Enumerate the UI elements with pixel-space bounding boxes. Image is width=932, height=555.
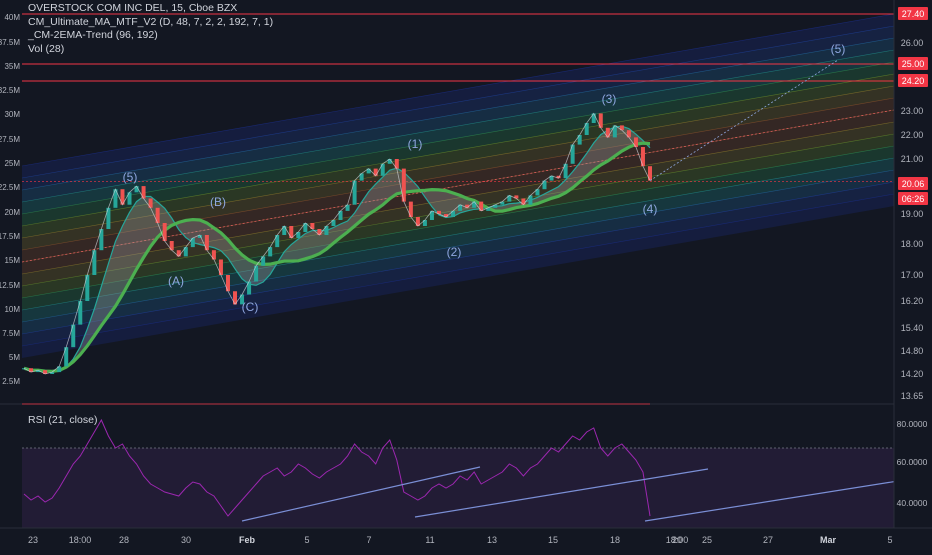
price-tick-label: 23.00 bbox=[901, 106, 924, 116]
indicator-volume[interactable]: Vol (28) bbox=[28, 43, 273, 57]
price-axis: 26.0025.0024.2023.0022.0021.0020.0019.00… bbox=[893, 0, 932, 528]
time-tick-label: 18:00 bbox=[69, 535, 92, 545]
rsi-tick-label: 60.0000 bbox=[897, 457, 928, 467]
price-tick-label: 26.00 bbox=[901, 38, 924, 48]
volume-tick-label: 25M bbox=[4, 159, 20, 168]
price-tick-label: 21.00 bbox=[901, 154, 924, 164]
symbol-title[interactable]: OVERSTOCK COM INC DEL, 15, Cboe BZX bbox=[28, 2, 273, 16]
regression-channel bbox=[21, 13, 895, 358]
time-tick-label: 5 bbox=[887, 535, 892, 545]
wave-label: (C) bbox=[242, 300, 259, 314]
time-tick-label: 18:00 bbox=[666, 535, 689, 545]
rsi-pane bbox=[22, 418, 899, 529]
time-tick-label: 30 bbox=[181, 535, 191, 545]
price-tick-label: 16.20 bbox=[901, 296, 924, 306]
volume-tick-label: 32.5M bbox=[0, 86, 20, 95]
chart-stage: (5) (A) (B) (C) (1) (2) (3) (4) (5) 26.00 25.00 24.… bbox=[0, 0, 932, 550]
price-tick-label: 18.00 bbox=[901, 239, 924, 249]
price-badge: 27.40 bbox=[898, 7, 928, 20]
price-badge: 20.06 bbox=[898, 177, 928, 190]
volume-tick-label: 5M bbox=[9, 353, 20, 362]
wave-label: (4) bbox=[643, 202, 658, 216]
price-badge: 24.20 bbox=[898, 74, 928, 87]
time-tick-label: 18 bbox=[610, 535, 620, 545]
wave-label: (5) bbox=[123, 170, 138, 184]
chart-svg[interactable]: (5) (A) (B) (C) (1) (2) (3) (4) (5) 26.00 25.00 24.… bbox=[0, 0, 932, 550]
volume-tick-label: 2.5M bbox=[2, 377, 20, 386]
time-tick-label: 23 bbox=[28, 535, 38, 545]
price-tick-label: 13.65 bbox=[901, 391, 924, 401]
wave-label: (3) bbox=[602, 92, 617, 106]
price-tick-label: 17.00 bbox=[901, 270, 924, 280]
time-tick-label: Feb bbox=[239, 535, 256, 545]
indicator-ultimate-ma[interactable]: CM_Ultimate_MA_MTF_V2 (D, 48, 7, 2, 2, 1… bbox=[28, 16, 273, 30]
price-badge-label: 20.06 bbox=[902, 179, 925, 189]
volume-tick-label: 30M bbox=[4, 110, 20, 119]
wave-label: (A) bbox=[168, 274, 184, 288]
rsi-legend[interactable]: RSI (21, close) bbox=[28, 414, 97, 426]
time-tick-label: 25 bbox=[702, 535, 712, 545]
price-tick-label: 15.40 bbox=[901, 323, 924, 333]
volume-tick-label: 35M bbox=[4, 62, 20, 71]
volume-tick-label: 7.5M bbox=[2, 329, 20, 338]
volume-tick-label: 17.5M bbox=[0, 232, 20, 241]
price-badge-label: 27.40 bbox=[902, 9, 925, 19]
volume-tick-label: 22.5M bbox=[0, 183, 20, 192]
price-badge: 06:26 bbox=[898, 192, 928, 205]
volume-tick-label: 40M bbox=[4, 13, 20, 22]
volume-tick-label: 15M bbox=[4, 256, 20, 265]
volume-tick-label: 12.5M bbox=[0, 281, 20, 290]
price-tick-label: 14.20 bbox=[901, 369, 924, 379]
wave-label: (B) bbox=[210, 195, 226, 209]
rsi-band bbox=[22, 448, 894, 528]
time-tick-label: 5 bbox=[304, 535, 309, 545]
volume-axis: 40M 37.5M 35M 32.5M 30M 27.5M 25M 22.5M 20M 17.5M… bbox=[0, 13, 20, 386]
time-tick-label: 7 bbox=[366, 535, 371, 545]
time-tick-label: Mar bbox=[820, 535, 837, 545]
wave-label: (1) bbox=[408, 137, 423, 151]
price-badge-label: 24.20 bbox=[902, 76, 925, 86]
wave-label: (2) bbox=[447, 245, 462, 259]
price-tick-label: 22.00 bbox=[901, 130, 924, 140]
price-tick-label: 14.80 bbox=[901, 346, 924, 356]
volume-tick-label: 10M bbox=[4, 305, 20, 314]
time-tick-label: 11 bbox=[425, 535, 434, 545]
price-tick-label: 19.00 bbox=[901, 209, 924, 219]
time-tick-label: 15 bbox=[548, 535, 558, 545]
volume-tick-label: 27.5M bbox=[0, 135, 20, 144]
volume-tick-label: 20M bbox=[4, 208, 20, 217]
rsi-tick-label: 40.0000 bbox=[897, 498, 928, 508]
wave-label: (5) bbox=[831, 42, 846, 56]
time-tick-label: 27 bbox=[763, 535, 773, 545]
volume-tick-label: 37.5M bbox=[0, 38, 20, 47]
time-tick-label: 28 bbox=[119, 535, 129, 545]
price-badge-label: 25.00 bbox=[902, 59, 925, 69]
rsi-tick-label: 80.0000 bbox=[897, 419, 928, 429]
time-axis: 23 18:00 28 30 Feb 5 7 11 13 15 18 2018:00 25 27 Mar 5 bbox=[0, 527, 932, 545]
price-badge: 25.00 bbox=[898, 57, 928, 70]
time-tick-label: 13 bbox=[487, 535, 497, 545]
chart-legend: OVERSTOCK COM INC DEL, 15, Cboe BZX CM_U… bbox=[28, 2, 273, 56]
indicator-2ema-trend[interactable]: _CM-2EMA-Trend (96, 192) bbox=[28, 29, 273, 43]
price-badge-label: 06:26 bbox=[902, 194, 925, 204]
